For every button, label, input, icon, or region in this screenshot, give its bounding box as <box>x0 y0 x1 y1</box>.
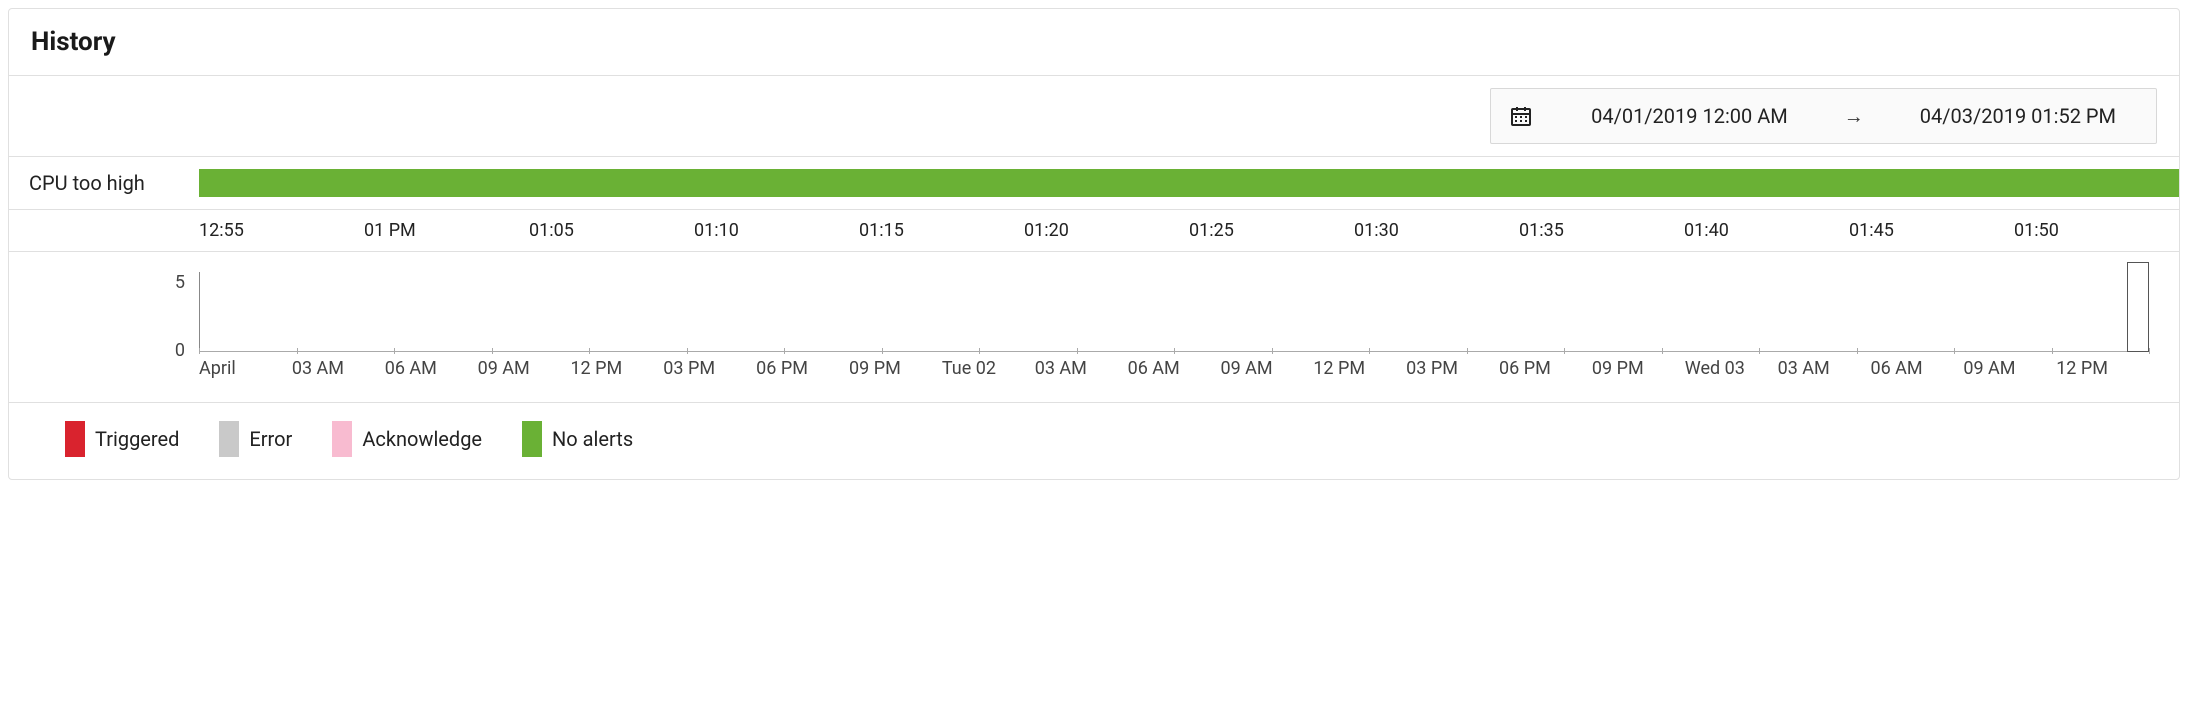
overview-x-axis: April03 AM06 AM09 AM12 PM03 PM06 PM09 PM… <box>199 358 2149 379</box>
legend-swatch-acknowledge <box>332 421 352 457</box>
timeline-tick: 12:55 <box>199 220 364 241</box>
legend-label: Triggered <box>95 427 179 451</box>
calendar-icon <box>1491 104 1551 128</box>
alert-timeline-row: CPU too high <box>9 157 2179 210</box>
arrow-right-icon: → <box>1828 104 1880 129</box>
date-range-row: 04/01/2019 12:00 AM → 04/03/2019 01:52 P… <box>9 76 2179 157</box>
alert-timeline-track[interactable] <box>199 169 2179 197</box>
timeline-tick: 01:25 <box>1189 220 1354 241</box>
date-range-picker[interactable]: 04/01/2019 12:00 AM → 04/03/2019 01:52 P… <box>1490 88 2157 144</box>
overview-x-tick: April <box>199 358 292 379</box>
panel-title: History <box>31 27 2157 57</box>
overview-y-axis: 5 0 <box>145 262 185 362</box>
timeline-tick: 01:35 <box>1519 220 1684 241</box>
legend-label: Error <box>249 427 292 451</box>
overview-chart: 5 0 April03 AM06 AM09 AM12 PM03 PM06 PM0… <box>9 252 2179 403</box>
timeline-tick: 01:30 <box>1354 220 1519 241</box>
timeline-tick: 01 PM <box>364 220 529 241</box>
legend-swatch-triggered <box>65 421 85 457</box>
overview-x-tick: 09 AM <box>478 358 571 379</box>
overview-x-tick: 03 PM <box>1406 358 1499 379</box>
overview-x-tick: 09 PM <box>849 358 942 379</box>
overview-y-tick: 5 <box>175 272 185 293</box>
timeline-tick: 01:15 <box>859 220 1024 241</box>
date-range-end[interactable]: 04/03/2019 01:52 PM <box>1880 104 2156 128</box>
legend-item-error: Error <box>219 421 292 457</box>
overview-x-tick: 06 PM <box>756 358 849 379</box>
legend-swatch-no-alerts <box>522 421 542 457</box>
overview-x-tick: Wed 03 <box>1685 358 1778 379</box>
history-panel: History 04/01/2019 12:00 AM → <box>8 8 2180 480</box>
overview-y-tick: 0 <box>175 340 185 361</box>
legend: Triggered Error Acknowledge No alerts <box>9 403 2179 479</box>
timeline-tick: 01:20 <box>1024 220 1189 241</box>
legend-item-acknowledge: Acknowledge <box>332 421 482 457</box>
overview-range-handle[interactable] <box>2127 262 2149 352</box>
timeline-tick: 01:10 <box>694 220 859 241</box>
overview-x-tick: 12 PM <box>570 358 663 379</box>
legend-item-triggered: Triggered <box>65 421 179 457</box>
legend-label: No alerts <box>552 427 633 451</box>
panel-header: History <box>9 9 2179 76</box>
overview-x-tick: 03 AM <box>1035 358 1128 379</box>
overview-x-tick: Tue 02 <box>942 358 1035 379</box>
overview-x-tick: 03 AM <box>292 358 385 379</box>
overview-x-tick: 09 AM <box>1220 358 1313 379</box>
legend-item-no-alerts: No alerts <box>522 421 633 457</box>
overview-x-tick: 12 PM <box>2056 358 2149 379</box>
overview-x-tick: 12 PM <box>1313 358 1406 379</box>
timeline-tick: 01:45 <box>1849 220 2014 241</box>
overview-x-tick: 09 PM <box>1592 358 1685 379</box>
overview-x-tick: 09 AM <box>1963 358 2056 379</box>
timeline-axis: 12:5501 PM01:0501:1001:1501:2001:2501:30… <box>199 210 2179 251</box>
timeline-tick: 01:40 <box>1684 220 1849 241</box>
legend-swatch-error <box>219 421 239 457</box>
overview-x-tick: 06 PM <box>1499 358 1592 379</box>
overview-plot-area <box>199 272 2149 352</box>
overview-x-tick: 03 AM <box>1778 358 1871 379</box>
overview-x-tick: 06 AM <box>1870 358 1963 379</box>
overview-x-tick: 06 AM <box>385 358 478 379</box>
alert-timeline-segment-no-alerts <box>199 169 2179 197</box>
overview-x-tick: 06 AM <box>1128 358 1221 379</box>
legend-label: Acknowledge <box>362 427 482 451</box>
timeline-tick: 01:05 <box>529 220 694 241</box>
alert-name-label: CPU too high <box>29 171 199 195</box>
overview-x-tick: 03 PM <box>663 358 756 379</box>
overview-plot[interactable]: April03 AM06 AM09 AM12 PM03 PM06 PM09 PM… <box>199 262 2179 402</box>
timeline-axis-row: 12:5501 PM01:0501:1001:1501:2001:2501:30… <box>9 210 2179 252</box>
date-range-start[interactable]: 04/01/2019 12:00 AM <box>1551 104 1828 128</box>
timeline-tick: 01:50 <box>2014 220 2179 241</box>
overview-minor-ticks <box>199 348 2149 354</box>
